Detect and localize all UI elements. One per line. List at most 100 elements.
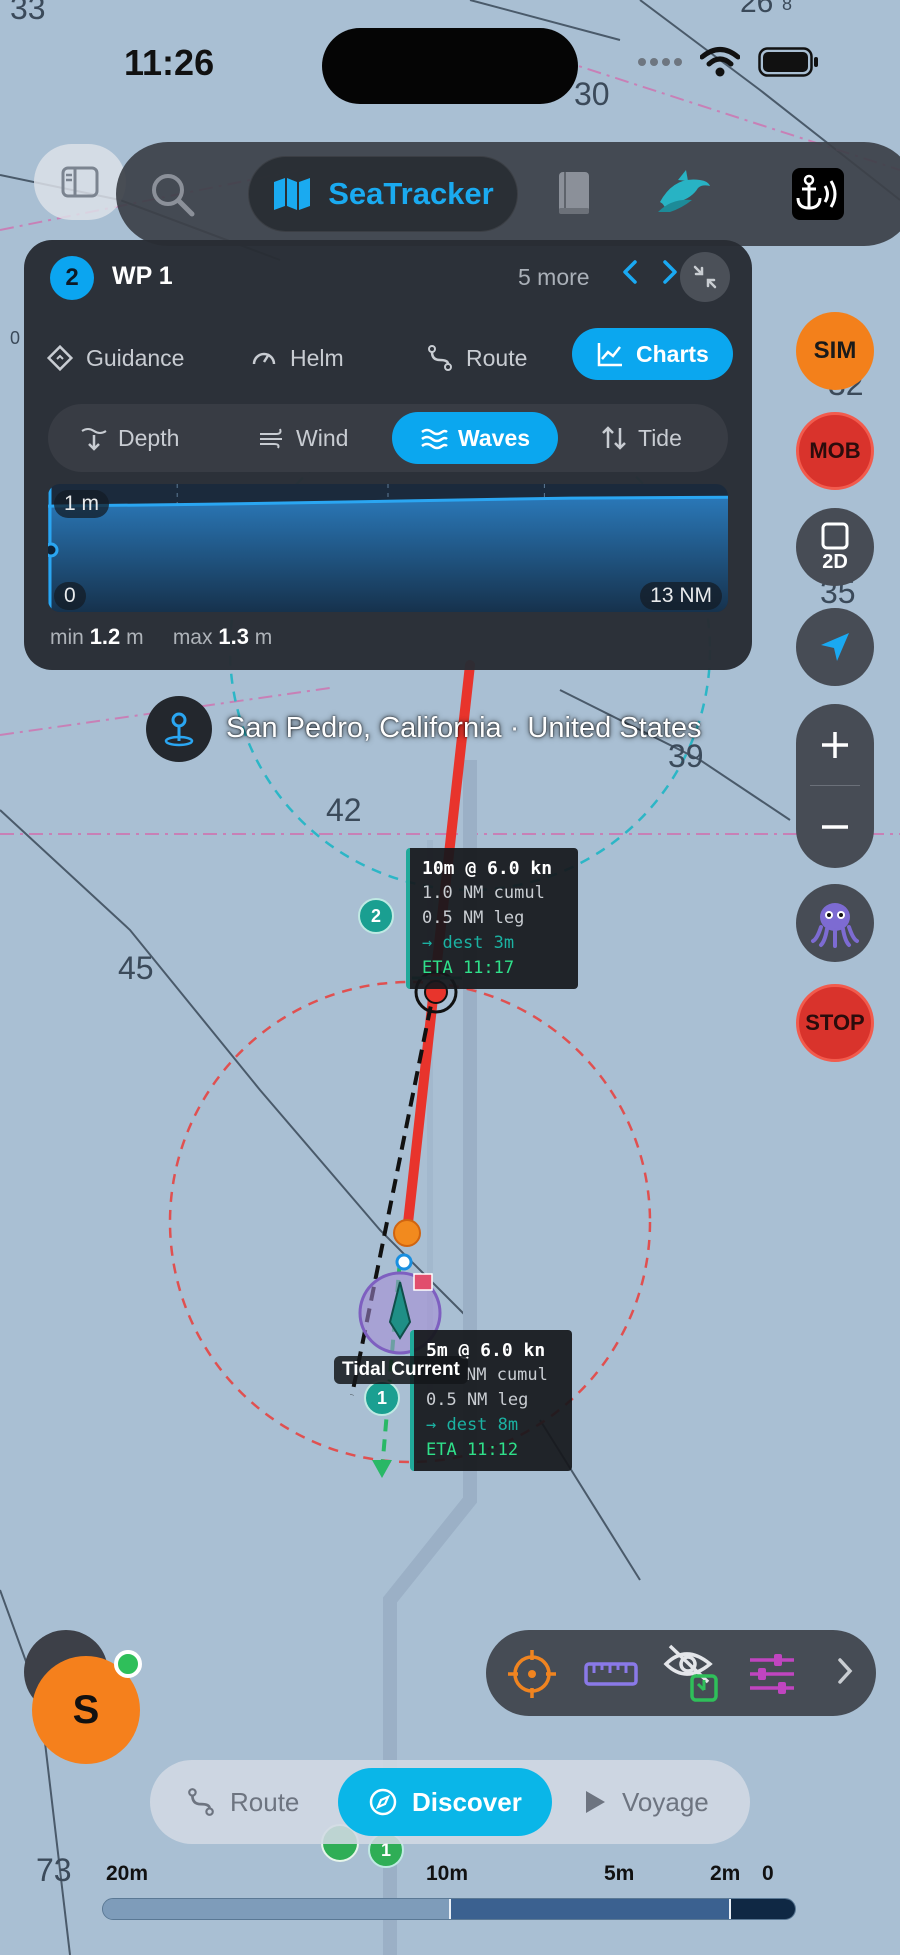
logbook-button[interactable] xyxy=(556,170,592,221)
tab-guidance-label: Guidance xyxy=(86,344,185,371)
wind-icon xyxy=(260,428,282,449)
battery-icon xyxy=(758,47,818,77)
subtab-depth[interactable]: Depth xyxy=(80,412,179,464)
expand-tools-button[interactable] xyxy=(836,1656,854,1691)
search-icon xyxy=(152,174,195,217)
waves-chart[interactable]: 1 m 0 13 NM xyxy=(48,484,728,612)
waypoint-panel: 2 WP 1 5 more Guidance Helm Route Charts… xyxy=(24,240,752,670)
min-label: min xyxy=(50,626,84,649)
waves-min-max: min 1.2 m max 1.3 m xyxy=(50,624,272,650)
waypoint-marker-1[interactable]: 1 xyxy=(364,1380,400,1416)
ruler-icon xyxy=(584,1662,638,1686)
man-overboard-button[interactable]: MOB xyxy=(796,412,874,490)
tab-helm[interactable]: Helm xyxy=(250,332,344,384)
plus-icon xyxy=(822,732,848,758)
waypoint-callout-1[interactable]: 5m @ 6.0 kn NM cumul 0.5 NM leg → dest 8… xyxy=(410,1330,572,1471)
waypoint-marker-2[interactable]: 2 xyxy=(358,898,394,934)
view-mode-label: 2D xyxy=(822,550,848,573)
zoom-out-button[interactable] xyxy=(796,786,874,868)
subtab-tide[interactable]: Tide xyxy=(600,412,682,464)
app-brand-button[interactable]: SeaTracker xyxy=(248,156,518,232)
scale-label: 10m xyxy=(426,1862,469,1885)
view-mode-button[interactable]: 2D xyxy=(796,508,874,586)
play-icon xyxy=(586,1791,605,1813)
tab-helm-label: Helm xyxy=(290,344,344,371)
subtab-wind[interactable]: Wind xyxy=(258,412,348,464)
depth-sounding: 0 xyxy=(10,328,21,348)
anchor-signal-icon xyxy=(796,174,837,210)
more-waypoints-label: 5 more xyxy=(518,264,590,290)
mode-voyage[interactable]: Voyage xyxy=(582,1768,709,1836)
mode-route-label: Route xyxy=(230,1786,300,1817)
waves-chart-plot xyxy=(48,484,728,612)
mode-voyage-label: Voyage xyxy=(622,1786,709,1817)
anchor-watch-button[interactable] xyxy=(792,168,844,220)
chart-cursor-handle[interactable] xyxy=(48,542,59,558)
book-icon xyxy=(559,172,589,214)
stop-button[interactable]: STOP xyxy=(796,984,874,1062)
assistant-button[interactable] xyxy=(796,884,874,962)
subtab-depth-label: Depth xyxy=(118,424,180,451)
scale-label: 2m xyxy=(710,1862,741,1885)
location-pin-icon xyxy=(164,712,194,747)
mode-route[interactable]: Route xyxy=(186,1768,299,1836)
depth-sounding: 26 xyxy=(740,0,774,19)
sidebar-icon xyxy=(61,166,99,198)
tab-route[interactable]: Route xyxy=(426,332,527,384)
status-icons xyxy=(636,46,820,78)
callout-leg: 0.5 NM leg xyxy=(422,908,525,928)
chart-subtabs: Depth Wind Waves Tide xyxy=(48,404,728,472)
callout-leg: 0.5 NM leg xyxy=(426,1390,529,1410)
scale-segment xyxy=(449,1899,729,1919)
min-value: 1.2 xyxy=(89,624,121,649)
zoom-in-button[interactable] xyxy=(796,704,874,786)
depth-sounding: 33 xyxy=(10,0,46,26)
previous-waypoint-button[interactable] xyxy=(620,258,640,294)
subtab-waves-label: Waves xyxy=(458,424,531,451)
waypoint-callout-2[interactable]: 10m @ 6.0 kn 1.0 NM cumul 0.5 NM leg → d… xyxy=(406,848,578,989)
chevron-right-icon xyxy=(663,260,677,284)
tab-route-label: Route xyxy=(466,344,528,371)
wildlife-button[interactable] xyxy=(656,168,712,221)
panel-tabs: Guidance Helm Route Charts xyxy=(24,324,752,384)
dolphin-icon xyxy=(658,170,710,212)
depth-sounding: 45 xyxy=(118,950,154,986)
target-button[interactable] xyxy=(506,1648,558,1705)
callout-eta: ETA 11:17 xyxy=(422,958,515,978)
status-time: 11:26 xyxy=(124,42,215,83)
chart-x-start-label: 0 xyxy=(54,582,86,610)
diamond-icon xyxy=(46,344,74,372)
map-tools-bar xyxy=(486,1630,876,1716)
next-waypoint-button[interactable] xyxy=(660,258,680,294)
collapse-panel-button[interactable] xyxy=(680,252,730,302)
measure-button[interactable] xyxy=(582,1648,640,1705)
tab-charts-label: Charts xyxy=(636,340,709,367)
waypoint-number-badge: 2 xyxy=(50,256,94,300)
waypoint-name: WP 1 xyxy=(112,262,173,290)
map-settings-button[interactable] xyxy=(746,1648,798,1705)
visibility-button[interactable] xyxy=(662,1640,722,1709)
sidebar-toggle-button[interactable] xyxy=(34,144,126,220)
chart-icon xyxy=(597,343,622,367)
subtab-tide-label: Tide xyxy=(638,424,682,451)
stop-label: STOP xyxy=(805,1010,865,1035)
tab-charts[interactable]: Charts xyxy=(572,328,733,380)
scale-label: 0 xyxy=(762,1862,774,1885)
octopus-icon xyxy=(811,903,859,948)
callout-dest: → dest 3m xyxy=(422,933,515,953)
min-unit: m xyxy=(126,626,144,649)
sliders-icon xyxy=(750,1654,794,1694)
chart-x-end-label: 13 NM xyxy=(640,582,722,610)
map-icon xyxy=(274,178,311,210)
subtab-waves[interactable]: Waves xyxy=(392,412,559,464)
search-button[interactable] xyxy=(148,170,196,223)
scale-segment xyxy=(103,1899,449,1919)
tide-icon xyxy=(602,426,626,450)
locate-me-button[interactable] xyxy=(796,608,874,686)
depth-sounding: 8 xyxy=(782,0,793,14)
callout-cumulative: 1.0 NM cumul xyxy=(422,883,545,903)
location-pin-button[interactable] xyxy=(146,696,212,762)
tab-guidance[interactable]: Guidance xyxy=(46,332,184,384)
mode-discover[interactable]: Discover xyxy=(338,1768,552,1836)
sim-button[interactable]: SIM xyxy=(796,312,874,390)
